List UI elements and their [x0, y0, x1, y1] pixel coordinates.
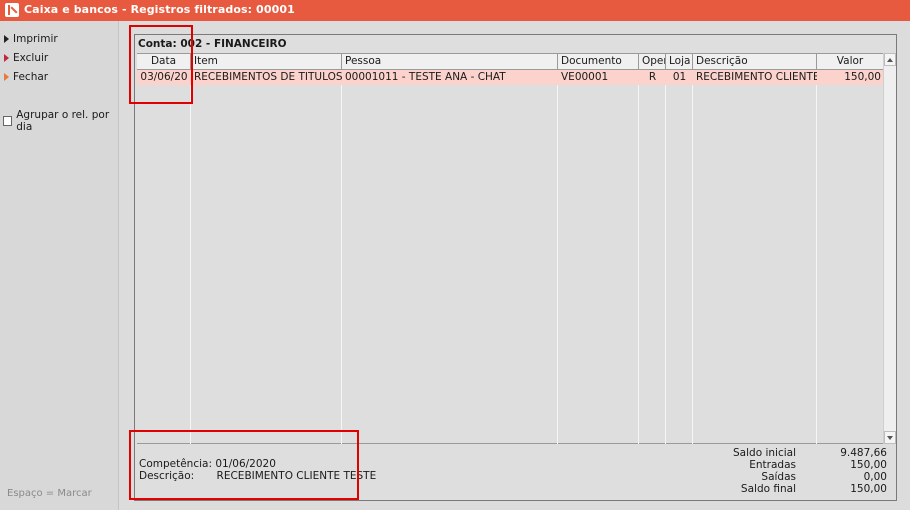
column-header-document[interactable]: Documento — [558, 54, 639, 70]
column-header-person[interactable]: Pessoa — [342, 54, 558, 70]
column-header-store[interactable]: Loja — [666, 54, 693, 70]
description-value: RECEBIMENTO CLIENTE TESTE — [216, 470, 377, 482]
table-row[interactable]: 03/06/20 RECEBIMENTOS DE TITULOS 0000101… — [137, 70, 883, 85]
group-by-day-label: Agrupar o rel. por dia — [16, 109, 110, 133]
app-logo-icon — [5, 3, 19, 17]
scroll-up-icon[interactable] — [884, 53, 896, 66]
window-title: Caixa e bancos - Registros filtrados: 00… — [24, 3, 295, 16]
group-by-day-option[interactable]: Agrupar o rel. por dia — [3, 109, 118, 133]
initial-balance-label: Saldo inicial — [733, 447, 796, 459]
close-button[interactable]: Fechar — [4, 69, 48, 84]
account-title: Conta: 002 - FINANCEIRO — [138, 38, 287, 50]
print-button[interactable]: Imprimir — [4, 31, 58, 46]
triangle-right-icon — [4, 34, 9, 43]
column-divider — [341, 70, 342, 444]
competence-label: Competência: — [139, 458, 213, 470]
record-detail: Competência: 01/06/2020 Descrição: RECEB… — [139, 458, 376, 482]
title-bar: Caixa e bancos - Registros filtrados: 00… — [0, 0, 910, 21]
inflows-label: Entradas — [749, 459, 796, 471]
cell-document: VE00001 — [561, 71, 609, 83]
records-grid: Data Item Pessoa Documento Oper Loja Des… — [137, 53, 884, 444]
keyboard-hint: Espaço = Marcar — [7, 488, 92, 499]
outflows-label: Saídas — [761, 471, 796, 483]
column-divider — [692, 70, 693, 444]
totals-summary: Saldo inicial 9.487,66 Entradas 150,00 Saí… — [723, 447, 887, 495]
cell-date: 03/06/20 — [140, 71, 188, 83]
cell-store: 01 — [672, 71, 687, 83]
column-divider — [190, 70, 191, 444]
vertical-scrollbar[interactable] — [883, 53, 896, 444]
competence-value: 01/06/2020 — [215, 458, 276, 470]
delete-button[interactable]: Excluir — [4, 50, 48, 65]
final-balance-label: Saldo final — [740, 483, 796, 495]
column-header-value[interactable]: Valor — [817, 54, 884, 70]
sidebar: Imprimir Excluir Fechar Agrupar o rel. p… — [0, 21, 119, 510]
cell-operation: R — [648, 71, 657, 83]
cell-person: 00001011 - TESTE ANA - CHAT — [345, 71, 506, 83]
final-balance-value: 150,00 — [850, 483, 887, 495]
records-panel: Conta: 002 - FINANCEIRO Data Item Pessoa… — [134, 34, 897, 501]
outflows-value: 0,00 — [863, 471, 887, 483]
description-label: Descrição: — [139, 470, 195, 482]
column-divider — [557, 70, 558, 444]
delete-label: Excluir — [13, 51, 49, 64]
group-by-day-checkbox[interactable] — [3, 116, 13, 126]
cell-description: RECEBIMENTO CLIENTE TESTE — [696, 71, 817, 83]
triangle-right-icon — [4, 72, 9, 81]
column-header-operation[interactable]: Oper — [639, 54, 666, 70]
column-header-description[interactable]: Descrição — [693, 54, 817, 70]
scroll-down-icon[interactable] — [884, 431, 896, 444]
close-label: Fechar — [13, 70, 49, 83]
print-label: Imprimir — [13, 32, 58, 45]
cell-item: RECEBIMENTOS DE TITULOS — [194, 71, 342, 83]
column-divider — [665, 70, 666, 444]
column-divider — [638, 70, 639, 444]
column-divider — [816, 70, 817, 444]
column-header-item[interactable]: Item — [191, 54, 342, 70]
column-header-date[interactable]: Data — [137, 54, 191, 70]
cell-value: 150,00 — [844, 71, 881, 83]
inflows-value: 150,00 — [850, 459, 887, 471]
triangle-right-icon — [4, 53, 9, 62]
initial-balance-value: 9.487,66 — [840, 447, 887, 459]
